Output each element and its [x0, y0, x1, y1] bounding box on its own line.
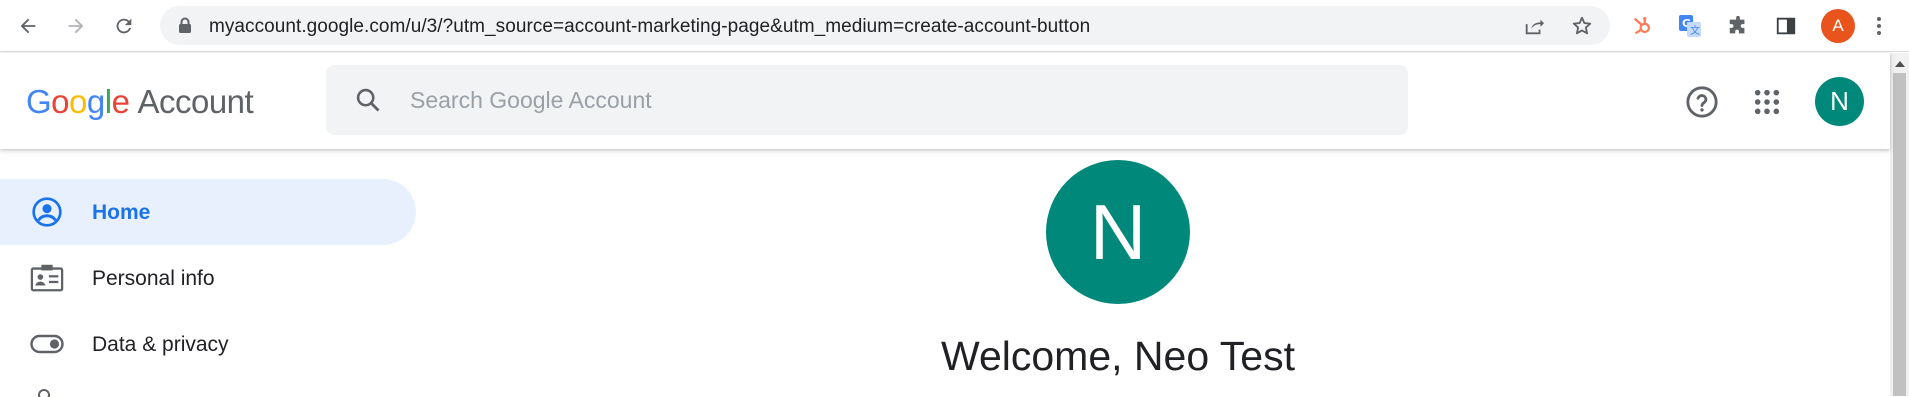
- google-translate-icon[interactable]: G文: [1674, 10, 1706, 42]
- account-avatar-button[interactable]: N: [1815, 77, 1864, 126]
- more-vert-icon[interactable]: [1869, 10, 1889, 42]
- sidebar-item-home[interactable]: Home: [0, 179, 416, 245]
- browser-toolbar: myaccount.google.com/u/3/?utm_source=acc…: [0, 0, 1909, 52]
- address-bar[interactable]: myaccount.google.com/u/3/?utm_source=acc…: [160, 6, 1610, 45]
- welcome-heading: Welcome, Neo Test: [941, 333, 1295, 379]
- url-text[interactable]: myaccount.google.com/u/3/?utm_source=acc…: [209, 16, 1090, 38]
- sidebar-item-personal-info[interactable]: Personal info: [0, 245, 416, 311]
- extensions-puzzle-icon[interactable]: [1722, 10, 1754, 42]
- sidebar-item-label: Personal info: [92, 267, 215, 290]
- share-icon[interactable]: [1522, 14, 1546, 38]
- id-card-icon: [30, 262, 64, 294]
- back-arrow-icon[interactable]: [10, 8, 46, 44]
- google-account-logo[interactable]: Google Account: [26, 83, 254, 121]
- browser-profile-avatar[interactable]: A: [1821, 9, 1855, 43]
- page-scrollbar[interactable]: [1890, 53, 1909, 396]
- toggle-icon: [30, 328, 64, 360]
- svg-text:文: 文: [1690, 24, 1700, 37]
- hubspot-icon[interactable]: [1626, 10, 1658, 42]
- sidebar-item-label: Data & privacy: [92, 333, 229, 356]
- apps-grid-icon[interactable]: [1743, 78, 1791, 126]
- search-box[interactable]: [326, 65, 1408, 135]
- search-input[interactable]: [410, 83, 1310, 117]
- side-panel-icon[interactable]: [1770, 10, 1802, 42]
- bookmark-star-icon[interactable]: [1570, 14, 1594, 38]
- profile-avatar[interactable]: N: [1046, 160, 1190, 304]
- reload-icon[interactable]: [106, 8, 142, 44]
- forward-arrow-icon[interactable]: [58, 8, 94, 44]
- scroll-up-arrow-icon[interactable]: [1895, 61, 1905, 67]
- search-icon[interactable]: [354, 86, 382, 119]
- sidebar-item-label: Home: [92, 201, 151, 224]
- scroll-thumb[interactable]: [1893, 73, 1906, 396]
- account-circle-icon: [30, 196, 64, 228]
- logo-suffix[interactable]: Account: [137, 83, 253, 120]
- account-header: GoogleAccount N: [0, 53, 1890, 149]
- lock-icon[interactable]: [178, 17, 192, 39]
- help-circle-icon[interactable]: [1678, 78, 1726, 126]
- sidebar-item-data-privacy[interactable]: Data & privacy: [0, 311, 416, 377]
- sidebar-nav: Home Personal info Data & privacy: [0, 149, 420, 397]
